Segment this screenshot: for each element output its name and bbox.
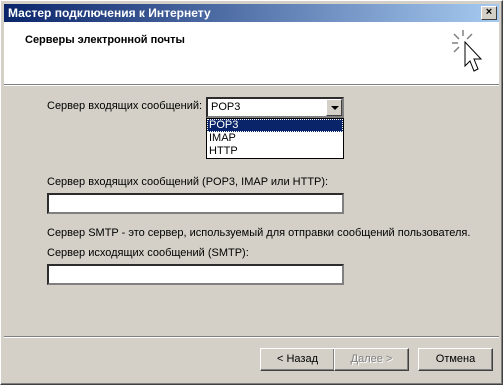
smtp-server-input[interactable] bbox=[47, 264, 344, 285]
smtp-note: Сервер SMTP - это сервер, используемый д… bbox=[47, 227, 471, 239]
button-divider bbox=[4, 336, 499, 338]
back-button[interactable]: < Назад bbox=[260, 348, 335, 371]
page-title: Серверы электронной почты bbox=[25, 34, 185, 46]
cancel-button[interactable]: Отмена bbox=[418, 348, 493, 371]
incoming-type-value: POP3 bbox=[211, 101, 241, 113]
wizard-header: Серверы электронной почты bbox=[4, 22, 499, 85]
wizard-window: Мастер подключения к Интернету × Серверы… bbox=[0, 0, 503, 385]
next-button[interactable]: Далее > bbox=[334, 348, 409, 371]
incoming-server-label: Сервер входящих сообщений (POP3, IMAP ил… bbox=[47, 176, 329, 188]
header-divider bbox=[4, 85, 499, 86]
close-icon: × bbox=[485, 6, 493, 18]
incoming-type-combobox[interactable]: POP3 bbox=[206, 97, 344, 118]
chevron-down-icon[interactable] bbox=[326, 99, 342, 116]
smtp-label: Сервер исходящих сообщений (SMTP): bbox=[47, 247, 249, 259]
incoming-type-dropdown-list[interactable]: POP3 IMAP HTTP bbox=[206, 118, 344, 159]
incoming-type-label: Сервер входящих сообщений: bbox=[47, 100, 203, 112]
dropdown-option-imap[interactable]: IMAP bbox=[207, 132, 343, 145]
title-bar[interactable]: Мастер подключения к Интернету × bbox=[4, 4, 499, 22]
window-title: Мастер подключения к Интернету bbox=[8, 6, 211, 20]
wizard-sparkle-cursor-icon bbox=[452, 30, 483, 72]
dropdown-option-http[interactable]: HTTP bbox=[207, 145, 343, 158]
close-button[interactable]: × bbox=[481, 6, 497, 20]
incoming-server-input[interactable] bbox=[47, 193, 344, 214]
dropdown-option-pop3[interactable]: POP3 bbox=[207, 119, 343, 132]
